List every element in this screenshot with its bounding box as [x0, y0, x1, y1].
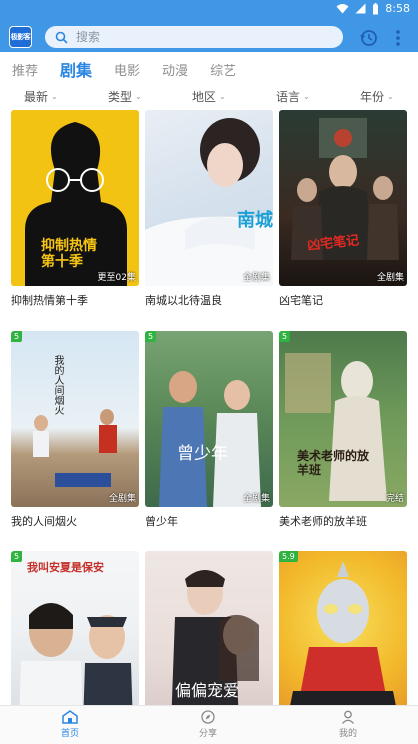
episode-badge: 全剧集 — [108, 494, 136, 504]
search-icon — [55, 31, 68, 44]
search-input[interactable] — [76, 30, 316, 44]
poster-image: 5 我叫安夏是保安 — [11, 551, 139, 727]
card-my-worldly-fireworks[interactable]: 5 我的人间烟火 全剧集 我的人间烟火 — [11, 331, 139, 529]
rating-badge: 5 — [145, 331, 157, 342]
chevron-down-icon: ⌄ — [219, 92, 226, 101]
nav-mine[interactable]: 我的 — [318, 710, 378, 739]
search-bar[interactable] — [45, 26, 343, 48]
nav-home[interactable]: 首页 — [40, 710, 100, 739]
home-icon — [62, 710, 78, 724]
filter-latest[interactable]: 最新 ⌄ — [24, 88, 58, 105]
card-title: 凶宅笔记 — [279, 294, 323, 307]
rating-badge: 5 — [279, 331, 291, 342]
more-options-icon[interactable] — [393, 28, 403, 48]
rating-badge: 5 — [11, 331, 23, 342]
filter-region[interactable]: 地区 ⌄ — [192, 88, 226, 105]
episode-badge: 全剧集 — [242, 273, 270, 283]
rating-badge: 5 — [11, 551, 23, 562]
status-bar: 8:58 — [0, 0, 418, 20]
nav-share-label: 分享 — [198, 729, 217, 739]
poster-title-text: 我的人间烟火 — [52, 355, 63, 415]
nav-home-label: 首页 — [60, 729, 79, 739]
poster-title-text: 曾少年 — [177, 444, 228, 464]
filter-row: 最新 ⌄ 类型 ⌄ 地区 ⌄ 语言 ⌄ 年份 ⌄ — [0, 86, 418, 106]
app-logo[interactable]: 极影客 — [9, 26, 32, 48]
card-haunted-house-notes[interactable]: 凶宅笔记 全剧集 凶宅笔记 — [279, 110, 407, 308]
poster-image: 5 美术老师的放羊班 完结 — [279, 331, 407, 507]
compass-icon — [201, 710, 215, 724]
episode-badge: 完结 — [385, 494, 404, 504]
rating-badge: 5.9 — [279, 551, 298, 562]
filter-label: 最新 — [24, 90, 49, 104]
app-bar: 极影客 — [0, 20, 418, 52]
poster-title-text: 南城 — [237, 210, 273, 231]
nav-mine-label: 我的 — [338, 729, 357, 739]
card-curb-your-enthusiasm[interactable]: 抑制热情 第十季 更至02集 抑制热情第十季 — [11, 110, 139, 308]
tab-recommend[interactable]: 推荐 — [12, 60, 38, 79]
wifi-icon — [336, 4, 349, 14]
tab-movies[interactable]: 电影 — [114, 60, 140, 79]
status-time: 8:58 — [385, 2, 410, 15]
user-icon — [342, 710, 354, 724]
card-title: 曾少年 — [145, 515, 178, 528]
battery-icon — [373, 2, 379, 14]
poster-image: 南城 全剧集 — [145, 110, 273, 286]
history-icon[interactable] — [360, 29, 378, 47]
signal-icon — [355, 3, 366, 14]
filter-label: 语言 — [276, 90, 301, 104]
poster-title-text: 抑制热情 第十季 — [41, 238, 97, 270]
card-once-young[interactable]: 5 曾少年 全剧集 曾少年 — [145, 331, 273, 529]
bottom-navigation: 首页 分享 我的 — [0, 705, 418, 744]
filter-genre[interactable]: 类型 ⌄ — [108, 88, 142, 105]
filter-year[interactable]: 年份 ⌄ — [360, 88, 394, 105]
tab-anime[interactable]: 动漫 — [162, 60, 188, 79]
poster-image: 5.9 — [279, 551, 407, 727]
card-title: 抑制热情第十季 — [11, 294, 88, 307]
chevron-down-icon: ⌄ — [135, 92, 142, 101]
category-tabs: 推荐 剧集 电影 动漫 综艺 — [0, 52, 418, 86]
card-art-teacher-class[interactable]: 5 美术老师的放羊班 完结 美术老师的放羊班 — [279, 331, 407, 529]
nav-share[interactable]: 分享 — [178, 710, 238, 739]
poster-image: 5 曾少年 全剧集 — [145, 331, 273, 507]
card-title: 我的人间烟火 — [11, 515, 77, 528]
episode-badge: 更至02集 — [97, 273, 136, 283]
filter-label: 地区 — [192, 90, 217, 104]
chevron-down-icon: ⌄ — [303, 92, 310, 101]
status-icons: 8:58 — [336, 2, 410, 15]
poster-title-text: 美术老师的放羊班 — [297, 449, 370, 477]
poster-image: 偏偏宠爱 — [145, 551, 273, 727]
poster-image: 凶宅笔记 全剧集 — [279, 110, 407, 286]
card-nancheng[interactable]: 南城 全剧集 南城以北待温良 — [145, 110, 273, 308]
filter-language[interactable]: 语言 ⌄ — [276, 88, 310, 105]
episode-badge: 全剧集 — [376, 273, 404, 283]
chevron-down-icon: ⌄ — [51, 92, 58, 101]
episode-badge: 全剧集 — [242, 494, 270, 504]
filter-label: 类型 — [108, 90, 133, 104]
card-title: 南城以北待温良 — [145, 294, 222, 307]
poster-image: 5 我的人间烟火 全剧集 — [11, 331, 139, 507]
poster-title-text: 我叫安夏是保安 — [27, 561, 104, 574]
card-title: 美术老师的放羊班 — [279, 515, 367, 528]
tab-variety[interactable]: 综艺 — [210, 60, 236, 79]
tab-series[interactable]: 剧集 — [60, 57, 92, 81]
chevron-down-icon: ⌄ — [387, 92, 394, 101]
filter-label: 年份 — [360, 90, 385, 104]
poster-title-text: 偏偏宠爱 — [175, 681, 240, 700]
poster-image: 抑制热情 第十季 更至02集 — [11, 110, 139, 286]
